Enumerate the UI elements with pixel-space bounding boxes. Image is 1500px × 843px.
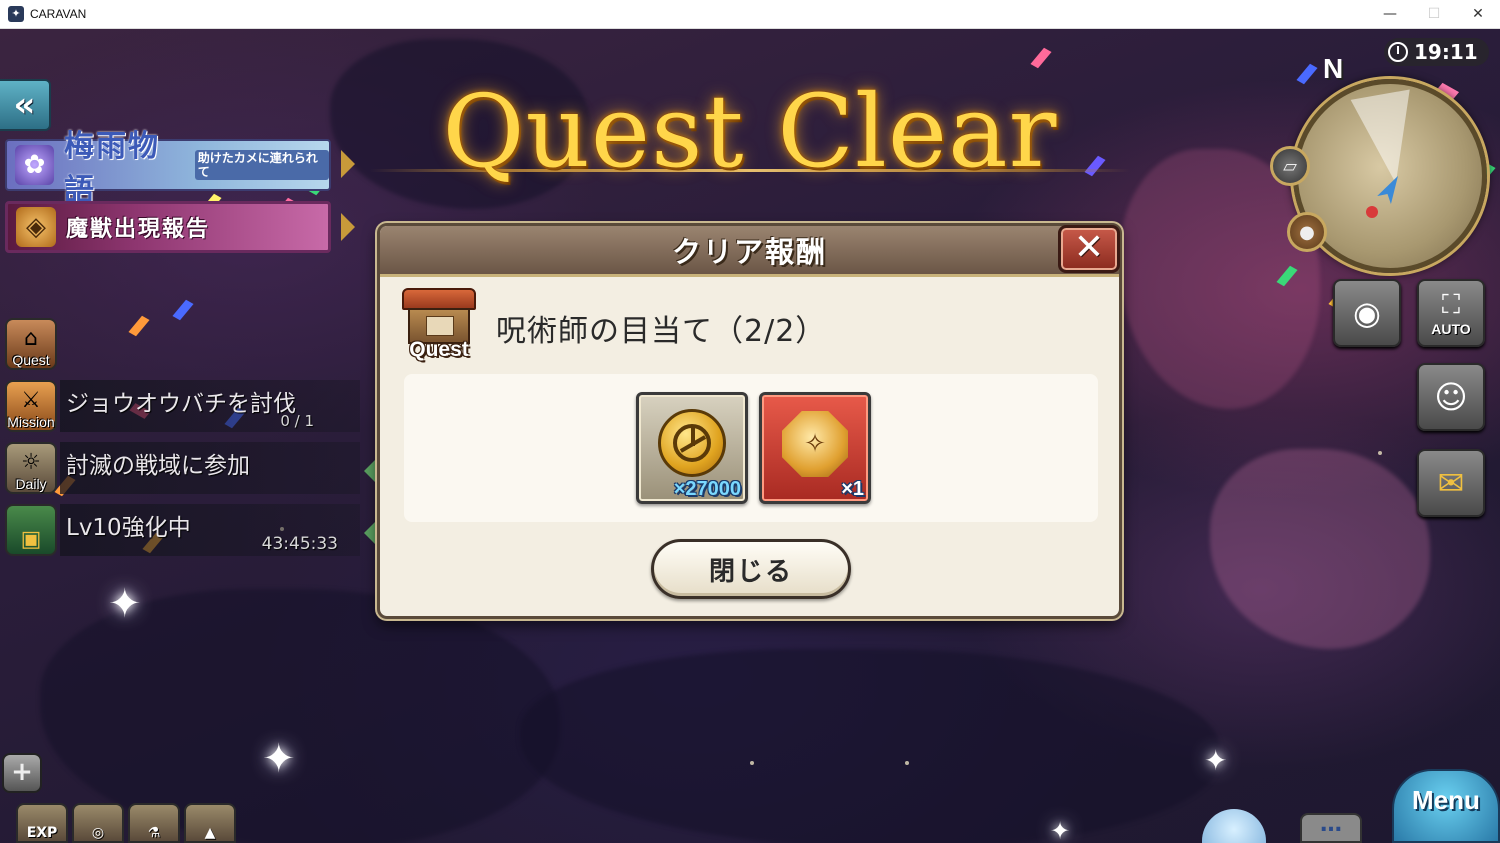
maximize-button[interactable]: ☐ (1412, 0, 1456, 29)
target-marker-icon (1366, 206, 1378, 218)
event-banner-beast-report[interactable]: ◈ 魔獣出現報告 (5, 201, 331, 253)
event-title: 梅雨物語 (63, 129, 160, 208)
fox-mask-icon: ◈ (16, 207, 56, 247)
daily-side-button[interactable]: ☼ Daily (5, 442, 57, 494)
glitter-dot (750, 761, 754, 765)
treasure-chest-icon: ▣ (20, 527, 42, 552)
enhancement-crystal-icon: ✧ (782, 411, 848, 477)
quest-badge-icon: Quest (400, 288, 478, 364)
map-icon: ▱ (1283, 155, 1297, 177)
menu-button[interactable]: Menu (1392, 769, 1500, 843)
reward-quantity: ×27000 (673, 478, 741, 500)
quest-side-button[interactable]: ⌂ Quest (5, 318, 57, 370)
view-cone (1350, 89, 1426, 189)
reward-quantity: ×1 (841, 478, 864, 500)
sparkle-icon: ✦ (1050, 817, 1071, 843)
exp-label: EXP (26, 825, 58, 841)
glitter-dot (1378, 451, 1382, 455)
window-controls: — ☐ ✕ (1368, 0, 1500, 29)
daily-icon: ☼ (21, 450, 41, 475)
event-banner-rainy-story[interactable]: ✿ 梅雨物語 助けたカメに連れられて (5, 129, 331, 208)
chevron-right-icon[interactable] (341, 213, 355, 241)
compass-north: N (1323, 53, 1344, 84)
reward-enhancement-crystal[interactable]: ✧ ×1 (759, 392, 871, 504)
upgrade-task-row[interactable]: Lv10強化中 43:45:33 (60, 504, 360, 556)
background-ribbon (1210, 449, 1430, 649)
upgrade-side-button[interactable]: ▣ (5, 504, 57, 556)
upgrade-task-text: Lv10強化中 (66, 515, 191, 541)
gold-boost-button[interactable]: ◎ (72, 803, 124, 843)
reward-panel: ×27000 ✧ ×1 (404, 374, 1098, 522)
quest-name: 呪術師の目当て（2/2） (496, 314, 827, 349)
camera-button[interactable]: ◉ (1333, 279, 1401, 347)
sparkle-icon: ✦ (262, 736, 296, 782)
minimize-button[interactable]: — (1368, 0, 1412, 29)
auto-label: AUTO (1431, 320, 1471, 337)
window-titlebar: ✦ CARAVAN — ☐ ✕ (0, 0, 1500, 29)
confetti (172, 299, 194, 321)
dialog-header: クリア報酬 (380, 226, 1119, 277)
clock-icon (1388, 42, 1408, 62)
quest-badge-roof (402, 288, 476, 310)
mission-progress: 0 / 1 (280, 412, 314, 430)
game-viewport: ✦ ✦ ✦ ✦ ✦ Quest Clear « ✿ 梅雨物語 助けたカメに連れら… (0, 29, 1500, 843)
mail-icon: ✉ (1437, 464, 1465, 502)
sparkle-icon: ✦ (1204, 744, 1228, 777)
emote-button[interactable] (1202, 809, 1266, 843)
side-label-mission: Mission (7, 414, 55, 430)
gold-coin-icon (658, 409, 726, 477)
coin-icon: ◎ (91, 825, 105, 841)
window-title: CARAVAN (30, 7, 87, 21)
chat-button[interactable]: … (1300, 813, 1362, 843)
game-clock: 19:11 (1384, 38, 1489, 66)
back-button[interactable]: « (0, 79, 51, 131)
daily-task-text: 討滅の戦域に参加 (66, 453, 250, 479)
app-icon: ✦ (8, 6, 24, 22)
mission-side-button[interactable]: ⚔ Mission (5, 380, 57, 432)
event-title: 魔獣出現報告 (66, 217, 211, 242)
glitter-dot (905, 761, 909, 765)
dialog-title: クリア報酬 (671, 235, 827, 269)
mission-task-text: ジョウオウバチを討伐 (66, 391, 296, 417)
close-icon[interactable]: ✕ (1058, 225, 1120, 273)
close-dialog-button[interactable]: 閉じる (651, 539, 851, 599)
auto-button[interactable]: ⛶ AUTO (1417, 279, 1485, 347)
mission-task-row[interactable]: ジョウオウバチを討伐 0 / 1 (60, 380, 360, 432)
star-flower-icon: ✿ (15, 145, 54, 185)
chevron-left-icon[interactable] (364, 459, 376, 483)
video-camera-icon: ◉ (1353, 294, 1381, 332)
potion-icon: ⚗ (147, 825, 161, 841)
party-button[interactable]: ☺ (1417, 363, 1485, 431)
mission-icon: ⚔ (21, 388, 41, 413)
chevron-right-icon[interactable] (341, 150, 355, 178)
expand-button[interactable]: + (2, 753, 42, 793)
clock-time: 19:11 (1414, 40, 1478, 64)
potion-button[interactable]: ⚗ (128, 803, 180, 843)
quest-badge-label: Quest (409, 338, 469, 361)
chevron-left-icon[interactable] (364, 521, 376, 545)
upgrade-timer: 43:45:33 (261, 534, 338, 554)
mail-button[interactable]: ✉ (1417, 449, 1485, 517)
event-subtitle: 助けたカメに連れられて (194, 150, 330, 180)
side-label-daily: Daily (15, 476, 47, 492)
pet-face-icon: ● (1299, 221, 1315, 243)
boost-icon: ▲ (204, 825, 216, 841)
side-label-quest: Quest (12, 352, 50, 368)
window-close-button[interactable]: ✕ (1456, 0, 1500, 29)
confetti (1030, 47, 1052, 69)
reward-gold-coins[interactable]: ×27000 (636, 392, 748, 504)
confetti (128, 315, 150, 337)
pet-button[interactable]: ● (1287, 212, 1327, 252)
daily-task-row[interactable]: 討滅の戦域に参加 (60, 442, 360, 494)
world-map-button[interactable]: ▱ (1270, 146, 1310, 186)
quest-house-icon: ⌂ (24, 326, 38, 351)
clear-reward-dialog: クリア報酬 Quest 呪術師の目当て（2/2） ×27000 ✧ ×1 閉じる (377, 223, 1122, 619)
background-rock (520, 649, 1220, 843)
party-icon: ☺ (1434, 378, 1468, 416)
exp-boost-button[interactable]: EXP (16, 803, 68, 843)
person-target-icon: ⛶ (1441, 289, 1461, 320)
sparkle-icon: ✦ (108, 581, 142, 627)
item-boost-button[interactable]: ▲ (184, 803, 236, 843)
